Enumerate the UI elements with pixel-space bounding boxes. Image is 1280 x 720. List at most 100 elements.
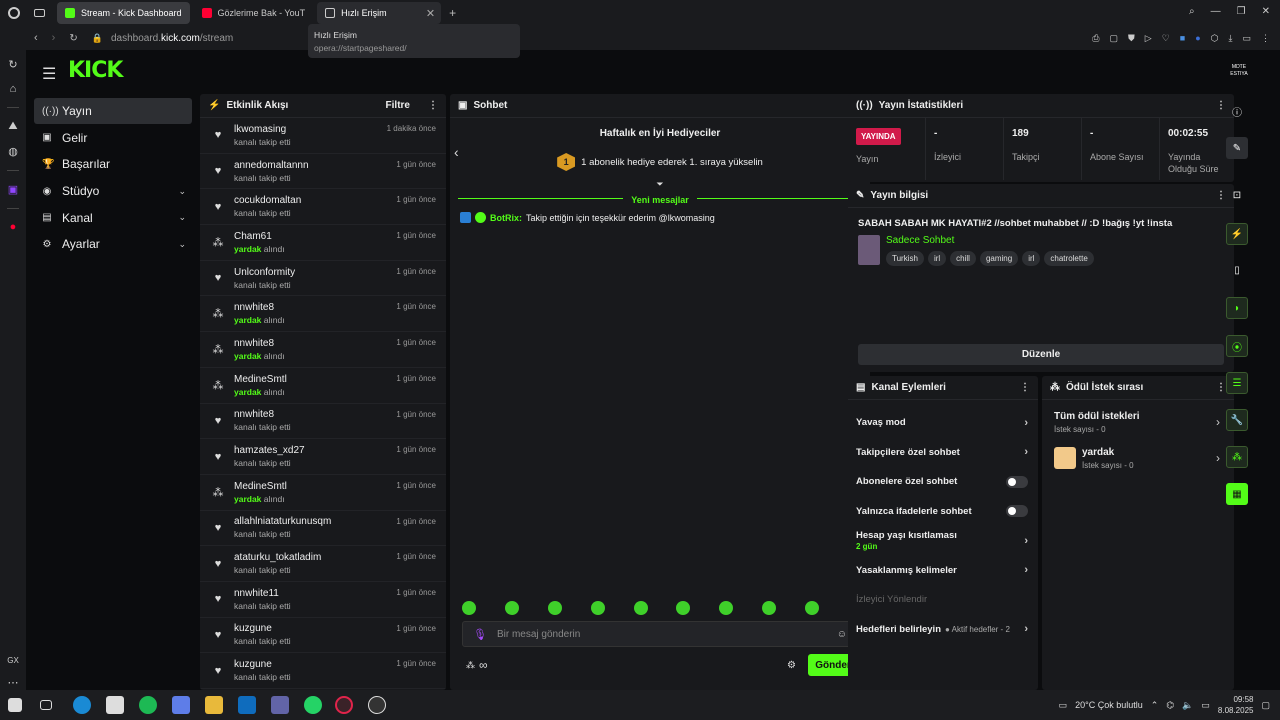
- activity-username[interactable]: annedomaltannn: [234, 160, 309, 171]
- chat-bubble-icon[interactable]: ◗: [1226, 297, 1248, 319]
- url-field[interactable]: dashboard.kick.com/stream: [111, 33, 233, 44]
- minimize-icon[interactable]: —: [1211, 6, 1221, 17]
- opera-logo-icon[interactable]: [8, 7, 20, 19]
- tab-speed-dial[interactable]: Hızlı Erişim ✕: [317, 2, 442, 24]
- more-options-icon[interactable]: ⋮: [1020, 382, 1030, 393]
- forward-icon[interactable]: ›: [52, 32, 56, 44]
- chat-settings-icon[interactable]: ⚙: [787, 660, 796, 671]
- edit-icon[interactable]: ✎: [1226, 137, 1248, 159]
- activity-username[interactable]: nnwhite8: [234, 338, 285, 349]
- search-tabs-icon[interactable]: ⌕: [1189, 6, 1195, 17]
- emote-icon[interactable]: [719, 601, 734, 615]
- network-icon[interactable]: ⌬: [1166, 700, 1174, 711]
- notes-icon[interactable]: ▯: [1226, 259, 1248, 281]
- activity-username[interactable]: nnwhite11: [234, 588, 291, 599]
- bookmark-page-icon[interactable]: ▢: [1109, 33, 1118, 44]
- emote-icon[interactable]: [504, 601, 519, 615]
- activity-username[interactable]: nnwhite8: [234, 409, 291, 420]
- weather-text[interactable]: 20°C Çok bulutlu: [1075, 700, 1143, 710]
- activity-username[interactable]: nnwhite8: [234, 302, 285, 313]
- nav-item-basarilar[interactable]: 🏆 Başarılar: [34, 151, 192, 177]
- activity-username[interactable]: lkwomasing: [234, 124, 291, 135]
- channel-action-item[interactable]: Abonelere özel sohbet: [848, 467, 1038, 497]
- history-icon[interactable]: ↻: [8, 58, 17, 71]
- tag[interactable]: chatrolette: [1044, 251, 1094, 266]
- notification-icon[interactable]: ▢: [1261, 700, 1270, 711]
- clapperboard-icon[interactable]: ▦: [1226, 483, 1248, 505]
- emote-icon[interactable]: [547, 601, 562, 615]
- activity-username[interactable]: kuzgune: [234, 623, 291, 634]
- channel-action-item[interactable]: Yavaş mod ›: [848, 408, 1038, 438]
- reward-item[interactable]: yardak İstek sayısı - 0 ›: [1042, 440, 1234, 476]
- nav-item-kanal[interactable]: ▤ Kanal ⌄: [34, 205, 192, 231]
- channel-action-item[interactable]: Hedefleri belirleyin ● Aktif hedefler - 2…: [848, 615, 1038, 645]
- opera-gx-icon[interactable]: [335, 696, 353, 714]
- adblock-icon[interactable]: ⛊: [1128, 33, 1135, 44]
- back-icon[interactable]: ‹: [34, 32, 38, 44]
- activity-username[interactable]: hamzates_xd27: [234, 445, 305, 456]
- tag[interactable]: chill: [950, 251, 976, 266]
- layers-icon[interactable]: ☰: [1226, 372, 1248, 394]
- toggle-switch[interactable]: [1006, 505, 1028, 518]
- tag[interactable]: irl: [927, 251, 947, 266]
- teams-icon[interactable]: [271, 696, 289, 714]
- store-icon[interactable]: [106, 696, 124, 714]
- channel-action-item[interactable]: Takipçilere özel sohbet ›: [848, 438, 1038, 468]
- emote-icon[interactable]: [590, 601, 605, 615]
- category-name[interactable]: Sadece Sohbet: [886, 235, 1098, 246]
- tag[interactable]: Turkish: [886, 251, 924, 266]
- channel-action-item[interactable]: Hesap yaşı kısıtlaması 2 gün ›: [848, 526, 1038, 556]
- emoji-picker-icon[interactable]: ☺: [837, 629, 847, 640]
- more-options-icon[interactable]: ⋮: [428, 100, 438, 111]
- activity-username[interactable]: allahlniataturkunusqm: [234, 516, 331, 527]
- whatsapp-icon[interactable]: [304, 696, 322, 714]
- activity-username[interactable]: MedineSmtl: [234, 374, 287, 385]
- menu-icon[interactable]: ⋮: [1261, 33, 1270, 44]
- obs-icon[interactable]: [368, 696, 386, 714]
- outlook-icon[interactable]: [238, 696, 256, 714]
- gx-icon[interactable]: GX: [7, 656, 19, 665]
- nav-item-yayin[interactable]: ((·)) Yayın: [34, 98, 192, 124]
- tab-youtube[interactable]: Gözlerime Bak - YouT: [194, 2, 314, 24]
- aria-icon[interactable]: ⌂: [10, 83, 17, 95]
- chevron-left-icon[interactable]: ‹: [454, 144, 459, 160]
- filter-button[interactable]: Filtre: [386, 100, 410, 111]
- play-icon[interactable]: ▷: [1145, 33, 1152, 44]
- extension-icon[interactable]: ■: [1180, 33, 1185, 44]
- globe-icon[interactable]: ◍: [8, 145, 18, 158]
- activity-username[interactable]: MedineSmtl: [234, 481, 287, 492]
- tag[interactable]: irl: [1022, 251, 1041, 266]
- battery-icon[interactable]: ▭: [1201, 700, 1210, 711]
- category-thumbnail[interactable]: [858, 235, 880, 265]
- emote-icon[interactable]: [762, 601, 777, 615]
- snapshot-icon[interactable]: ⎙: [1092, 33, 1099, 44]
- extension-2-icon[interactable]: ●: [1195, 33, 1200, 44]
- points-icon[interactable]: ⁂: [466, 660, 475, 671]
- tag[interactable]: gaming: [979, 251, 1019, 266]
- close-tab-icon[interactable]: ✕: [426, 7, 435, 20]
- activity-username[interactable]: Cham61: [234, 231, 285, 242]
- collapse-icon[interactable]: ⏷: [450, 179, 870, 190]
- extensions-icon[interactable]: ⬡: [1211, 33, 1219, 44]
- chat-input[interactable]: 🎙 Bir mesaj gönderin ☺: [462, 621, 856, 647]
- kick-sidebar-icon[interactable]: ⛰: [8, 120, 17, 133]
- reload-icon[interactable]: ↻: [69, 33, 77, 44]
- chat-username[interactable]: BotRix:: [490, 213, 522, 223]
- nav-item-ayarlar[interactable]: ⚙ Ayarlar ⌄: [34, 231, 192, 257]
- emote-icon[interactable]: [633, 601, 648, 615]
- edit-button[interactable]: Düzenle: [858, 344, 1224, 365]
- tab-manager-icon[interactable]: [34, 9, 45, 17]
- volume-icon[interactable]: 🔈: [1182, 700, 1193, 711]
- emote-icon[interactable]: [462, 601, 476, 615]
- nav-item-gelir[interactable]: ▣ Gelir: [34, 125, 192, 151]
- channel-action-item[interactable]: Yalnızca ifadelerle sohbet: [848, 497, 1038, 527]
- windows-start-icon[interactable]: [8, 698, 22, 712]
- clock[interactable]: 09:58 8.08.2025: [1218, 694, 1254, 716]
- spotify-icon[interactable]: [139, 696, 157, 714]
- hamburger-menu-icon[interactable]: ☰: [42, 64, 56, 84]
- app-icon[interactable]: [172, 696, 190, 714]
- clip-icon[interactable]: ⊡: [1226, 184, 1248, 206]
- heart-icon[interactable]: ♡: [1162, 33, 1170, 44]
- emote-icon[interactable]: [676, 601, 691, 615]
- nav-item-studyo[interactable]: ◉ Stüdyo ⌄: [34, 178, 192, 204]
